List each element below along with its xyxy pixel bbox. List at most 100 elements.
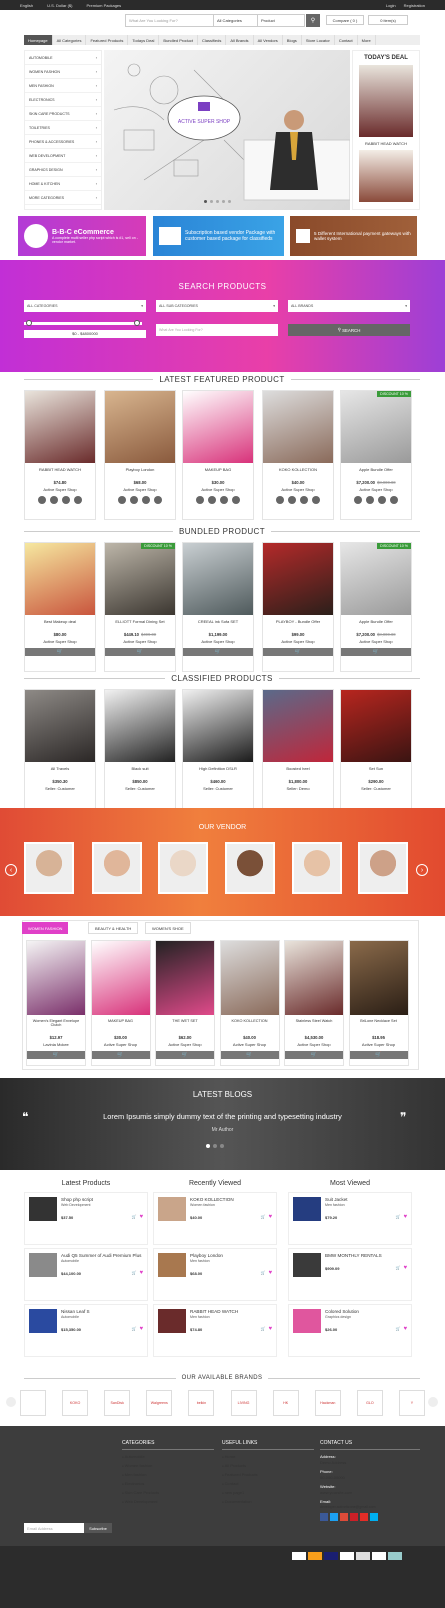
heart-icon[interactable]: ♥ <box>403 1265 407 1271</box>
category-item[interactable]: MEN FASHION › <box>25 79 101 93</box>
product-card[interactable]: Black suit $850.00 Seller: Customer <box>104 689 176 819</box>
skype-icon[interactable] <box>370 1513 378 1521</box>
brand-logo[interactable] <box>20 1390 46 1416</box>
cart-button[interactable]: 0 item(s) <box>368 15 408 25</box>
list-thumb[interactable] <box>29 1197 57 1221</box>
list-item[interactable]: Audi Q5 Summer of Audi Premium Plus Autom… <box>24 1248 148 1301</box>
category-item[interactable]: TOILETRIES › <box>25 121 101 135</box>
cart-icon[interactable] <box>276 496 284 504</box>
tab-product-card[interactable]: BriLone Necklace Set $18.95 Active Super S… <box>348 940 409 1066</box>
shop-name[interactable]: Active Super Shop <box>105 487 175 492</box>
brand-logo[interactable]: KOKO <box>62 1390 89 1416</box>
footer-link[interactable]: ● Contact <box>222 1481 314 1486</box>
add-to-cart-button[interactable]: 🛒 <box>285 1051 343 1059</box>
product-image[interactable] <box>27 941 85 1015</box>
blog-dots[interactable] <box>206 1144 224 1148</box>
website-value[interactable]: www.yoursite.com <box>320 1490 420 1495</box>
product-image[interactable] <box>25 690 95 762</box>
cart-icon[interactable]: 🛒 <box>260 1326 265 1332</box>
footer-link[interactable]: ● Electronics <box>122 1481 214 1486</box>
footer-link[interactable]: ● Automobile <box>122 1454 214 1459</box>
vendor-avatar[interactable] <box>358 842 408 894</box>
cart-icon[interactable] <box>118 496 126 504</box>
todays-deal-image-2[interactable] <box>359 150 413 202</box>
product-name[interactable]: Playboy London <box>105 467 175 475</box>
google-plus-icon[interactable] <box>340 1513 348 1521</box>
brand-logo[interactable]: Hackman <box>314 1390 341 1416</box>
category-item[interactable]: HOME & KITCHEN › <box>25 177 101 191</box>
filter-search-button[interactable]: ⚲ SEARCH <box>288 324 410 336</box>
product-image[interactable] <box>220 941 279 1015</box>
cart-icon[interactable]: 🛒 <box>395 1326 400 1332</box>
register-link[interactable]: Registration <box>404 3 425 8</box>
product-name[interactable]: Apple Bundle Offer <box>341 619 411 627</box>
add-to-cart-button[interactable]: 🛒 <box>341 648 411 656</box>
tab-product-card[interactable]: Stainless Steel Watch $4,530.00 Active Sup… <box>284 940 344 1066</box>
nav-item[interactable]: All Brands <box>226 35 254 45</box>
product-image[interactable] <box>105 391 175 463</box>
add-to-cart-button[interactable]: 🛒 <box>183 648 253 656</box>
youtube-icon[interactable] <box>360 1513 368 1521</box>
nav-item[interactable]: Bundled Product <box>159 35 198 45</box>
product-image[interactable] <box>349 941 408 1015</box>
cart-icon[interactable] <box>196 496 204 504</box>
filter-brand-select[interactable]: ALL BRANDS ▾ <box>288 300 410 312</box>
product-card[interactable]: PLAYBOY - Bundle Offer $99.00 Active Super… <box>262 542 334 672</box>
category-item[interactable]: WOMEN FASHION › <box>25 65 101 79</box>
product-card[interactable]: DISCOUNT 10 % ELLIOTT Formal Dining Set $4… <box>104 542 176 672</box>
todays-deal-name[interactable]: RABBIT HEAD WATCH <box>353 137 419 150</box>
tab-2[interactable]: WOMEN'S SHOE <box>145 922 191 934</box>
twitter-icon[interactable] <box>330 1513 338 1521</box>
login-link[interactable]: Login <box>386 3 396 8</box>
product-name[interactable]: High Definition DSLR <box>183 766 253 774</box>
product-name[interactable]: Set Sun <box>341 766 411 774</box>
heart-icon[interactable] <box>288 496 296 504</box>
eye-icon[interactable] <box>74 496 82 504</box>
email-value[interactable]: developer.activeitzone@gmail.com <box>320 1505 420 1509</box>
type-select[interactable]: Product <box>258 15 304 26</box>
product-image[interactable] <box>341 543 411 615</box>
hero-slider[interactable]: ACTIVE SUPER SHOP <box>104 50 350 210</box>
list-item[interactable]: BMW MONTHLY RENTALS $909.09 🛒 ♥ <box>288 1248 412 1301</box>
list-item[interactable]: Suit Jacket Men fashion $79.20 🛒 ♥ <box>288 1192 412 1245</box>
product-name[interactable]: MAKEUP BAG <box>183 467 253 475</box>
vendor-avatar[interactable] <box>292 842 342 894</box>
product-image[interactable] <box>91 941 150 1015</box>
language-select[interactable]: English <box>20 3 33 8</box>
list-name[interactable]: RABBIT HEAD WATCH <box>190 1309 272 1314</box>
product-card[interactable]: DISCOUNT 10 % Apple Bundle Offer $7,200.00… <box>340 542 412 672</box>
list-name[interactable]: Shop php script <box>61 1197 143 1202</box>
product-name[interactable]: MAKEUP BAG <box>92 1019 150 1033</box>
category-item[interactable]: WEB DEVELOPMENT › <box>25 149 101 163</box>
banner-bbc[interactable]: B-B-C eCommerce A complete multi seller p… <box>18 216 146 256</box>
filter-keyword-input[interactable]: What Are You Looking For? <box>156 324 278 336</box>
brand-logo[interactable]: HK <box>272 1390 299 1416</box>
list-name[interactable]: Playboy London <box>190 1253 272 1258</box>
shop-name[interactable]: Active Super Shop <box>285 1042 343 1047</box>
product-card[interactable]: MAKEUP BAG $30.00 Active Super Shop <box>182 390 254 520</box>
list-thumb[interactable] <box>293 1253 321 1277</box>
cart-icon[interactable]: 🛒 <box>395 1214 400 1220</box>
product-name[interactable]: KOKO KOLLECTION <box>263 467 333 475</box>
category-select[interactable]: All Categories <box>214 15 258 26</box>
product-image[interactable] <box>156 941 214 1015</box>
compare-icon[interactable] <box>378 496 386 504</box>
brand-logo[interactable]: LIVING <box>230 1390 257 1416</box>
product-image[interactable] <box>341 690 411 762</box>
vendor-avatar[interactable] <box>158 842 208 894</box>
compare-icon[interactable] <box>142 496 150 504</box>
product-name[interactable]: Stainless Steel Watch <box>285 1019 343 1033</box>
footer-link[interactable]: ● Men fashion <box>122 1472 214 1477</box>
subscribe-button[interactable]: Subscribe <box>84 1523 112 1533</box>
list-thumb[interactable] <box>158 1197 186 1221</box>
heart-icon[interactable]: ♥ <box>139 1214 143 1220</box>
cart-icon[interactable]: 🛒 <box>131 1326 136 1332</box>
product-name[interactable]: Apple Bundle Offer <box>341 467 411 475</box>
footer-link[interactable]: ● Home <box>222 1454 314 1459</box>
category-item[interactable]: ELECTRONICS › <box>25 93 101 107</box>
blog-text[interactable]: Lorem Ipsumis simply dummy text of the p… <box>30 1112 415 1121</box>
heart-icon[interactable] <box>50 496 58 504</box>
brand-logo[interactable]: SanDisk <box>104 1390 131 1416</box>
compare-icon[interactable] <box>62 496 70 504</box>
brands-next-button[interactable] <box>428 1397 438 1407</box>
